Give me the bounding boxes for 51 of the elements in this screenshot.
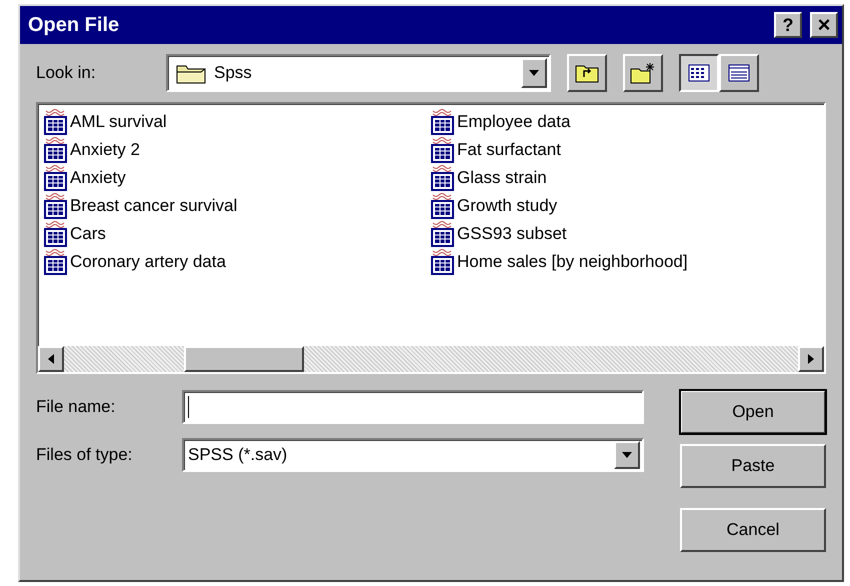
list-view-icon [688, 64, 710, 82]
folder-dropdown[interactable]: Spss [166, 54, 551, 92]
file-name[interactable]: Cars [70, 221, 106, 247]
file-name[interactable]: Home sales [by neighborhood] [457, 249, 688, 275]
scroll-right-icon[interactable] [798, 346, 824, 372]
dialog-button[interactable]: Paste [680, 444, 826, 488]
file-name[interactable]: Anxiety [70, 165, 126, 191]
data-file-icon [431, 193, 455, 219]
file-type-dropdown[interactable]: SPSS (*.sav) [182, 438, 644, 472]
file-name-field[interactable] [182, 390, 644, 424]
file-name[interactable]: Coronary artery data [70, 249, 226, 275]
list-view-button[interactable] [679, 54, 719, 92]
horizontal-scrollbar[interactable] [38, 346, 824, 372]
file-name[interactable]: Employee data [457, 109, 570, 135]
field-label: Files of type: [36, 444, 134, 466]
data-file-icon [431, 221, 455, 247]
file-list[interactable]: AML survival Anxiety 2 Anxiety Breast cancer survival Cars Coronary artery data Employee data Fat surfactant Glass strain Growth study GSS93 subset Home sales [by neighborhood] [36, 102, 826, 374]
file-name[interactable]: AML survival [70, 109, 167, 135]
data-file-icon [44, 165, 68, 191]
data-file-icon [44, 221, 68, 247]
window-title: Open File [28, 13, 120, 38]
data-file-icon [431, 109, 455, 135]
new-folder-button[interactable] [623, 54, 663, 92]
field-value: SPSS (*.sav) [188, 444, 288, 466]
field-label: File name: [36, 396, 116, 418]
dialog-button[interactable]: Cancel [680, 508, 826, 552]
file-name[interactable]: Anxiety 2 [70, 137, 140, 163]
field-label: Look in: [36, 62, 97, 84]
close-button[interactable]: × [810, 12, 838, 38]
file-name[interactable]: Fat surfactant [457, 137, 561, 163]
new-folder-icon [630, 62, 656, 84]
dialog-button[interactable]: Open [680, 390, 826, 434]
up-folder-button[interactable] [567, 54, 607, 92]
data-file-icon [431, 137, 455, 163]
data-file-icon [44, 193, 68, 219]
file-name[interactable]: Glass strain [457, 165, 547, 191]
folder-arrow-icon [575, 63, 599, 83]
scroll-left-icon[interactable] [38, 346, 64, 372]
folder-name: Spss [214, 62, 252, 84]
file-name[interactable]: Breast cancer survival [70, 193, 238, 219]
file-name[interactable]: Growth study [457, 193, 558, 219]
details-view-icon [728, 64, 750, 82]
data-file-icon [44, 109, 68, 135]
scroll-thumb[interactable] [184, 346, 304, 372]
data-file-icon [44, 249, 68, 275]
help-button[interactable]: ? [774, 12, 802, 38]
data-file-icon [431, 249, 455, 275]
data-file-icon [44, 137, 68, 163]
file-name[interactable]: GSS93 subset [457, 221, 567, 247]
data-file-icon [431, 165, 455, 191]
details-view-button[interactable] [719, 54, 759, 92]
